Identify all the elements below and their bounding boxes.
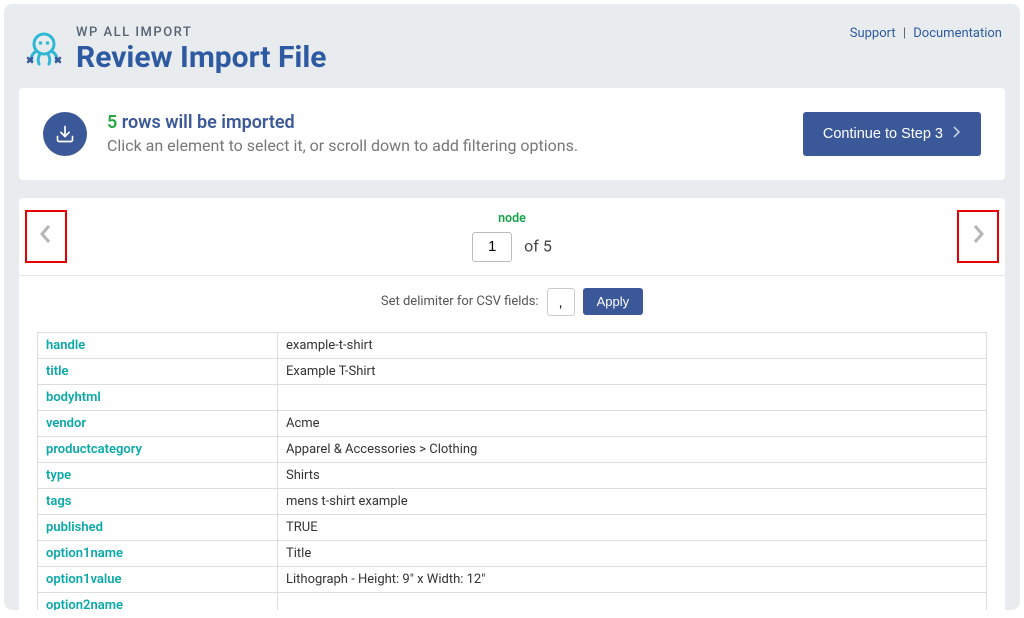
table-row: publishedTRUE bbox=[38, 514, 987, 540]
field-key[interactable]: title bbox=[38, 358, 278, 384]
field-key[interactable]: option1name bbox=[38, 540, 278, 566]
field-key[interactable]: option1value bbox=[38, 566, 278, 592]
table-row: vendorAcme bbox=[38, 410, 987, 436]
table-row: option2name bbox=[38, 592, 987, 610]
next-record-button[interactable] bbox=[957, 210, 999, 263]
page-number-input[interactable] bbox=[472, 232, 512, 262]
pager: node of 5 bbox=[19, 198, 1005, 276]
prev-record-button[interactable] bbox=[25, 210, 67, 263]
brand: WP ALL IMPORT Review Import File bbox=[22, 26, 327, 74]
chevron-right-icon bbox=[970, 223, 986, 249]
field-key[interactable]: option2name bbox=[38, 592, 278, 610]
support-link[interactable]: Support bbox=[850, 26, 896, 41]
field-key[interactable]: tags bbox=[38, 488, 278, 514]
delimiter-input[interactable] bbox=[547, 288, 575, 316]
top-links: Support | Documentation bbox=[850, 26, 1002, 41]
field-key[interactable]: type bbox=[38, 462, 278, 488]
table-row: typeShirts bbox=[38, 462, 987, 488]
field-value[interactable]: example-t-shirt bbox=[278, 332, 987, 358]
table-row: option1nameTitle bbox=[38, 540, 987, 566]
documentation-link[interactable]: Documentation bbox=[913, 26, 1002, 41]
table-row: productcategoryApparel & Accessories > C… bbox=[38, 436, 987, 462]
page-title: Review Import File bbox=[76, 41, 327, 74]
download-icon bbox=[43, 112, 87, 156]
header: WP ALL IMPORT Review Import File Support… bbox=[4, 4, 1020, 88]
field-value[interactable]: Acme bbox=[278, 410, 987, 436]
chevron-left-icon bbox=[38, 223, 54, 249]
field-value[interactable]: Shirts bbox=[278, 462, 987, 488]
link-separator: | bbox=[903, 26, 906, 41]
field-value[interactable] bbox=[278, 592, 987, 610]
field-key[interactable]: vendor bbox=[38, 410, 278, 436]
field-value[interactable]: Example T-Shirt bbox=[278, 358, 987, 384]
field-value[interactable]: mens t-shirt example bbox=[278, 488, 987, 514]
field-value[interactable]: Lithograph - Height: 9" x Width: 12" bbox=[278, 566, 987, 592]
rows-imported-title: 5 rows will be imported bbox=[107, 110, 578, 135]
table-row: bodyhtml bbox=[38, 384, 987, 410]
instruction-text: Click an element to select it, or scroll… bbox=[107, 135, 578, 157]
field-value[interactable]: Apparel & Accessories > Clothing bbox=[278, 436, 987, 462]
field-key[interactable]: published bbox=[38, 514, 278, 540]
apply-delimiter-button[interactable]: Apply bbox=[583, 288, 644, 315]
field-value[interactable]: TRUE bbox=[278, 514, 987, 540]
delimiter-row: Set delimiter for CSV fields: Apply bbox=[19, 276, 1005, 332]
row-count-suffix: rows will be imported bbox=[117, 112, 294, 133]
field-key[interactable]: handle bbox=[38, 332, 278, 358]
field-value[interactable] bbox=[278, 384, 987, 410]
table-row: titleExample T-Shirt bbox=[38, 358, 987, 384]
table-row: handleexample-t-shirt bbox=[38, 332, 987, 358]
node-label: node bbox=[472, 211, 552, 226]
field-value[interactable]: Title bbox=[278, 540, 987, 566]
field-key[interactable]: productcategory bbox=[38, 436, 278, 462]
page-total-text: of 5 bbox=[524, 236, 552, 255]
row-count: 5 bbox=[107, 112, 117, 133]
continue-button[interactable]: Continue to Step 3 bbox=[803, 112, 981, 156]
delimiter-label: Set delimiter for CSV fields: bbox=[381, 294, 539, 309]
summary-card: 5 rows will be imported Click an element… bbox=[19, 88, 1005, 180]
table-row: option1valueLithograph - Height: 9" x Wi… bbox=[38, 566, 987, 592]
preview-panel: node of 5 Set delimiter for CSV fields: … bbox=[19, 198, 1005, 610]
chevron-right-icon bbox=[953, 126, 961, 142]
fields-table: handleexample-t-shirttitleExample T-Shir… bbox=[37, 332, 987, 610]
app-name: WP ALL IMPORT bbox=[76, 26, 327, 40]
table-row: tagsmens t-shirt example bbox=[38, 488, 987, 514]
field-key[interactable]: bodyhtml bbox=[38, 384, 278, 410]
continue-button-label: Continue to Step 3 bbox=[823, 126, 943, 142]
octopus-logo-icon bbox=[22, 26, 66, 74]
app-frame: WP ALL IMPORT Review Import File Support… bbox=[4, 4, 1020, 610]
